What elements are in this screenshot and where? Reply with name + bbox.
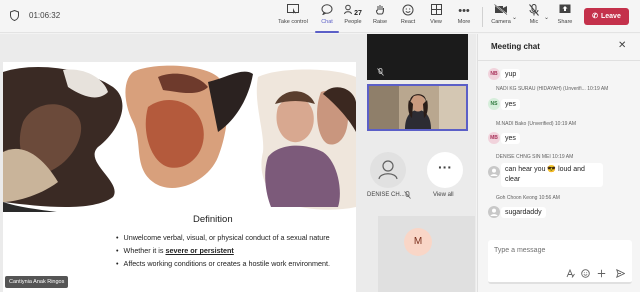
participant-video-feed [369,86,466,129]
share-screen-icon [549,4,581,18]
chat-message-text: yup [501,69,521,80]
mic-off-icon [404,191,411,201]
chat-author: DENISE CHNG SIN MEI [496,154,551,160]
view-all-button[interactable]: ··· [427,152,463,188]
slide-bullet-1: Unwelcome verbal, visual, or physical co… [116,231,330,244]
participant-video-tile-active-speaker[interactable] [367,84,468,131]
take-control-button[interactable]: Take control [277,4,309,32]
chat-message-meta: M.NADI Bako (Unverified) 10:19 AM [496,121,576,127]
share-button[interactable]: Share [549,4,581,32]
shield-icon [10,10,19,21]
chat-avatar [488,206,500,218]
chat-header-divider [478,60,640,61]
chat-panel-title: Meeting chat [491,42,540,51]
send-icon[interactable] [616,268,626,280]
chat-message-meta: DENISE CHNG SIN MEI 10:19 AM [496,154,573,160]
chat-author: Goh Choon Keong [496,195,538,201]
presentation-slide: Definition Unwelcome verbal, visual, or … [3,62,356,292]
phone-hangup-icon: ✆ [592,13,598,20]
more-label: More [457,19,471,25]
plus-icon[interactable] [597,269,606,280]
chat-message-text: yes [501,133,520,144]
chat-timestamp: 10:19 AM [552,154,574,160]
more-dots-icon: ··· [438,159,452,175]
person-icon [378,160,398,180]
leave-label: Leave [601,13,621,20]
chat-message-meta: NADI KG SURAU (HIDAYAH) (Unverifi... 10:… [496,86,608,92]
more-button[interactable]: ••• More [448,4,480,32]
meeting-toolbar: 01:06:32 Take control Chat 27 People Rai… [0,0,640,33]
chat-avatar [488,166,500,178]
people-count: 27 [354,10,362,17]
leave-button[interactable]: ✆ Leave [584,8,629,25]
format-icon[interactable] [566,268,575,280]
person-icon [490,208,498,216]
chat-timestamp: 10:19 AM [554,121,577,127]
slide-bullet-2: Whether it is severe or persistent [116,244,330,257]
slide-bullet-2-text: Whether it is [123,246,166,255]
chat-timestamp: 10:19 AM [587,86,609,92]
slide-bullet-3: Affects working conditions or creates a … [116,257,330,270]
view-all-label: View all [433,192,454,198]
shared-content-stage: Definition Unwelcome verbal, visual, or … [0,34,364,292]
participant-avatar-denise[interactable] [370,152,406,188]
chat-message-text: can hear you 😎 loud and clear [501,163,603,187]
slide-photo-collage [3,65,356,212]
close-icon[interactable]: ✕ [618,40,626,51]
chat-input-placeholder: Type a message [494,247,546,254]
chat-avatar: NB [488,68,500,80]
chat-compose-box[interactable]: Type a message [488,240,632,284]
person-icon [490,168,498,176]
chat-message-line-2: clear [505,176,521,183]
participant-name-denise: DENISE CH... [367,192,405,198]
chat-author: NADI KG SURAU (HIDAYAH) (Unverifi... [496,86,586,92]
slide-bullet-list: Unwelcome verbal, visual, or physical co… [116,231,330,270]
chat-message-line-1: can hear you 😎 loud and [505,166,585,173]
participant-tile-m[interactable]: M [378,216,475,292]
camera-chevron-down-icon[interactable]: ⌄ [512,14,517,21]
chat-avatar: NS [488,98,500,110]
participant-column: DENISE CH... ··· View all M [364,34,476,292]
share-label: Share [557,19,573,25]
chat-message-text: sugardaddy [501,207,546,218]
presenter-name-tag: Cantiynia Anak Ringos [5,276,69,288]
meeting-timer: 01:06:32 [29,11,61,20]
chat-message-text: yes [501,99,520,110]
chat-timestamp: 10:56 AM [538,195,560,201]
slide-bullet-2-emphasis: severe or persistent [165,246,234,255]
slide-heading: Definition [193,214,233,225]
chat-author: M.NADI Bako (Unverified) [496,121,554,127]
participant-avatar-m: M [404,228,432,256]
chat-message-meta: Goh Choon Keong 10:56 AM [496,195,560,201]
emoji-icon[interactable] [581,269,590,280]
chat-message-list[interactable]: NB yup NADI KG SURAU (HIDAYAH) (Unverifi… [478,62,640,262]
take-control-label: Take control [278,19,308,25]
take-control-icon [277,4,309,18]
more-dots-icon: ••• [458,5,470,17]
participant-video-tile[interactable] [367,34,468,80]
mic-off-icon [377,68,384,78]
meeting-chat-panel: Meeting chat ✕ NB yup NADI KG SURAU (HID… [477,34,640,292]
toolbar-divider [482,7,483,27]
chat-avatar: MB [488,132,500,144]
